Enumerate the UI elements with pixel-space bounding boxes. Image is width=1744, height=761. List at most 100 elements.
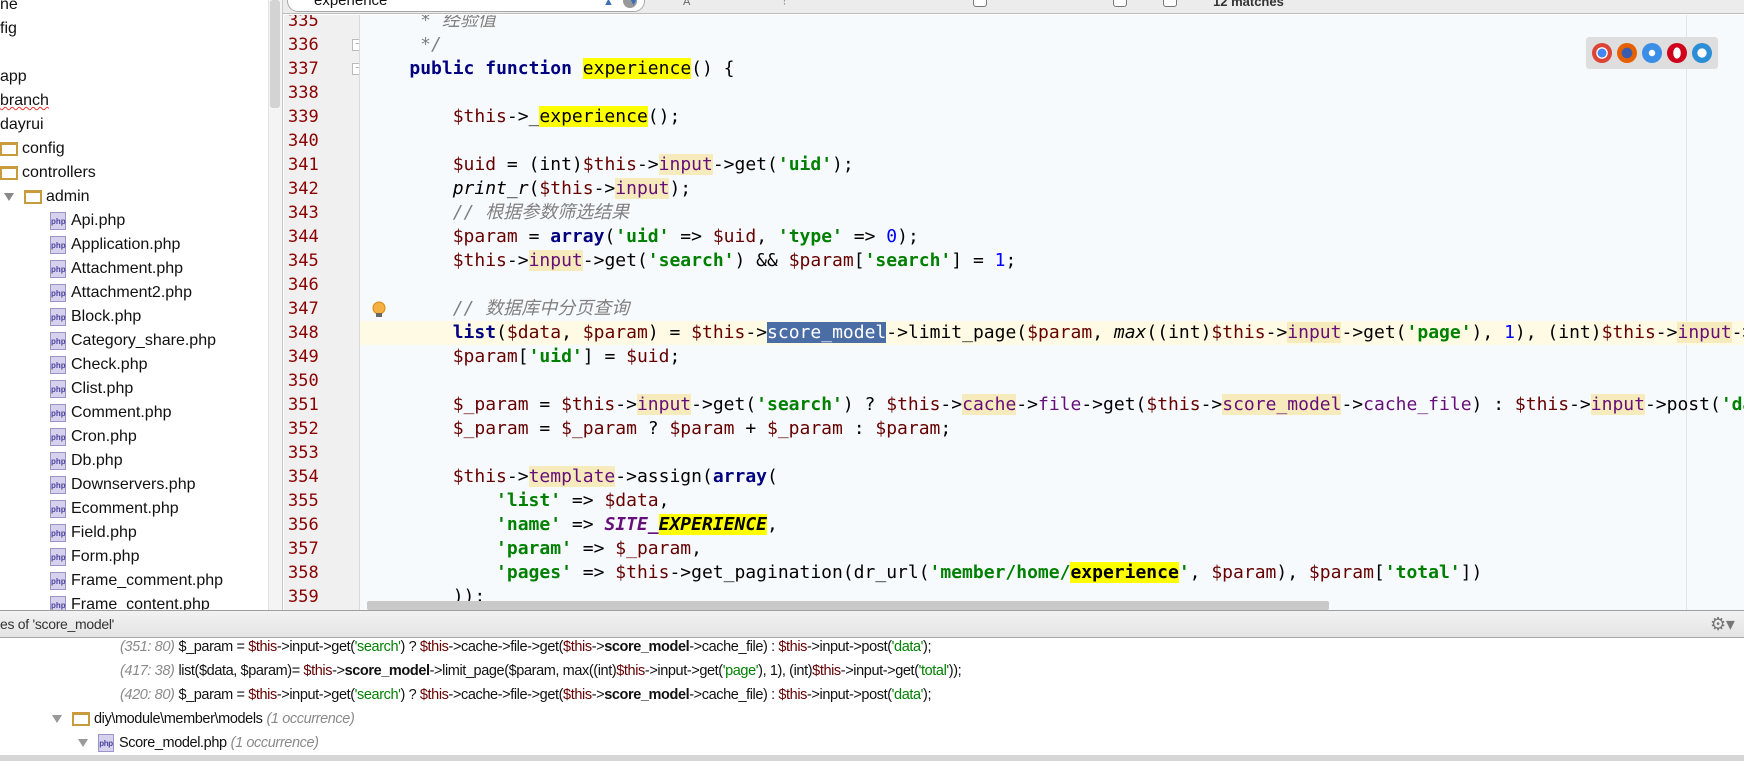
code-token: ->get(	[1341, 322, 1407, 343]
match-case-checkbox[interactable]	[973, 0, 987, 7]
words-checkbox[interactable]	[1163, 0, 1177, 7]
tree-item-label: app	[0, 68, 27, 85]
tree-item[interactable]: php Cron.php	[50, 425, 137, 449]
code-line[interactable]: 'name' => SITE_EXPERIENCE,	[360, 513, 1744, 537]
code-token: $param	[875, 418, 941, 439]
tree-item[interactable]: php Application.php	[50, 233, 180, 257]
tree-item[interactable]: php Frame_comment.php	[50, 569, 223, 593]
code-line[interactable]	[360, 369, 1744, 393]
tree-item[interactable]: php Api.php	[50, 209, 125, 233]
tree-item[interactable]: php Category_share.php	[50, 329, 216, 353]
search-input[interactable]: experience	[287, 0, 645, 12]
find-all-icon[interactable]: A	[683, 0, 690, 8]
code-token: input	[636, 394, 692, 415]
tree-item[interactable]: php Field.php	[50, 521, 137, 545]
editor-horizontal-scrollbar[interactable]	[367, 601, 1329, 610]
code-token: ) &&	[734, 250, 789, 271]
code-line[interactable]: public function experience() {	[360, 57, 1744, 81]
firefox-icon[interactable]	[1617, 43, 1638, 63]
code-line[interactable]: $_param = $_param ? $param + $_param : $…	[360, 417, 1744, 441]
chrome-icon[interactable]	[1592, 43, 1613, 63]
code-token: 1	[994, 250, 1006, 271]
expand-arrow-icon[interactable]	[4, 193, 14, 201]
line-number: 337	[288, 59, 319, 79]
usage-group-row[interactable]: php Score_model.php (1 occurrence)	[78, 731, 319, 755]
tree-item[interactable]: php Attachment.php	[50, 257, 183, 281]
code-line[interactable]: * 经验值	[360, 15, 1744, 33]
code-line[interactable]: $_param = $this->input->get('search') ? …	[360, 393, 1744, 417]
fold-marker-icon[interactable]: −	[352, 39, 359, 51]
code-line[interactable]: 'list' => $data,	[360, 489, 1744, 513]
code-line[interactable]: print_r($this->input);	[360, 177, 1744, 201]
code-line[interactable]: 'pages' => $this->get_pagination(dr_url(…	[360, 561, 1744, 585]
opera-icon[interactable]	[1666, 43, 1687, 63]
tree-item[interactable]: php Frame_content.php	[50, 593, 210, 610]
code-token: $data	[506, 322, 562, 343]
prev-match-icon[interactable]: ▲	[603, 0, 614, 8]
fold-marker-icon[interactable]: −	[352, 63, 359, 75]
tree-item[interactable]: ne	[0, 0, 18, 17]
tree-item[interactable]: config	[0, 137, 65, 161]
gear-icon[interactable]: ⚙▾	[1710, 615, 1735, 633]
code-line[interactable]	[360, 441, 1744, 465]
tree-item[interactable]: fig	[0, 17, 17, 41]
usage-group-label: diy\module\member\models	[94, 711, 263, 727]
line-number: 348	[288, 323, 319, 343]
tree-item[interactable]: php Form.php	[50, 545, 139, 569]
code-token: $uid	[626, 346, 670, 367]
usage-result-row[interactable]: (420: 80) $_param = $this ->input->get('se…	[120, 683, 931, 707]
code-line[interactable]: // 根据参数筛选结果	[360, 201, 1744, 225]
tree-item[interactable]: php Block.php	[50, 305, 141, 329]
code-token: $uid	[712, 226, 757, 247]
tree-item[interactable]: php Check.php	[50, 353, 148, 377]
tree-item[interactable]: branch	[0, 89, 49, 113]
expand-arrow-icon[interactable]	[78, 739, 88, 747]
tree-item[interactable]: php Downservers.php	[50, 473, 196, 497]
code-line[interactable]: $uid = (int)$this->input->get('uid');	[360, 153, 1744, 177]
tree-item[interactable]: php Db.php	[50, 449, 123, 473]
expand-arrow-icon[interactable]	[52, 715, 62, 723]
tree-item[interactable]: php Ecomment.php	[50, 497, 179, 521]
code-line[interactable]: list($data, $param) = $this->score_model…	[360, 321, 1744, 345]
tree-item[interactable]: php Comment.php	[50, 401, 172, 425]
code-token: input	[615, 178, 670, 199]
code-token: ,	[756, 226, 778, 247]
sidebar-scrollbar-thumb[interactable]	[270, 0, 280, 108]
tree-item[interactable]: admin	[4, 185, 90, 209]
code-token: ->get(	[1081, 394, 1147, 415]
tree-item[interactable]: app	[0, 65, 27, 89]
code-line[interactable]: 'param' => $_param,	[360, 537, 1744, 561]
usage-token: list($data, $param)=	[178, 663, 304, 679]
code-editor[interactable]: * 经验值 */ public function experience() { …	[360, 15, 1744, 610]
code-line[interactable]	[360, 273, 1744, 297]
tree-item[interactable]: controllers	[0, 161, 96, 185]
code-line[interactable]: $param = array('uid' => $uid, 'type' => …	[360, 225, 1744, 249]
regex-checkbox[interactable]	[1113, 0, 1127, 7]
code-token: ),	[1276, 562, 1309, 583]
code-token: $_param	[452, 418, 529, 439]
code-line[interactable]: $this->input->get('search') && $param['s…	[360, 249, 1744, 273]
tree-item[interactable]: php Clist.php	[50, 377, 133, 401]
tree-item[interactable]: php Attachment2.php	[50, 281, 192, 305]
tree-item-label: fig	[0, 20, 17, 37]
filter-icon[interactable]: ⫶	[783, 0, 786, 9]
lightbulb-icon[interactable]	[371, 301, 387, 319]
next-match-icon[interactable]: ▼	[628, 0, 639, 8]
code-line[interactable]: // 数据库中分页查询	[360, 297, 1744, 321]
tree-item-label: Application.php	[71, 236, 181, 253]
usage-result-row[interactable]: (351: 80) $_param = $this ->input->get('se…	[120, 635, 931, 659]
code-token: $param	[788, 250, 854, 271]
ie-icon[interactable]	[1691, 43, 1712, 63]
code-line[interactable]: */	[360, 33, 1744, 57]
code-line[interactable]	[360, 81, 1744, 105]
code-line[interactable]: $this->_experience();	[360, 105, 1744, 129]
code-token: $this	[886, 394, 941, 415]
usage-group-row[interactable]: diy\module\member\models (1 occurrence)	[52, 707, 355, 731]
code-line[interactable]	[360, 129, 1744, 153]
code-line[interactable]: $param['uid'] = $uid;	[360, 345, 1744, 369]
code-line[interactable]: $this->template->assign(array(	[360, 465, 1744, 489]
line-number: 351	[288, 395, 319, 415]
tree-item[interactable]: dayrui	[0, 113, 44, 137]
usage-result-row[interactable]: (417: 38) list($data, $param)= $this -> sco…	[120, 659, 962, 683]
safari-icon[interactable]	[1641, 43, 1662, 63]
